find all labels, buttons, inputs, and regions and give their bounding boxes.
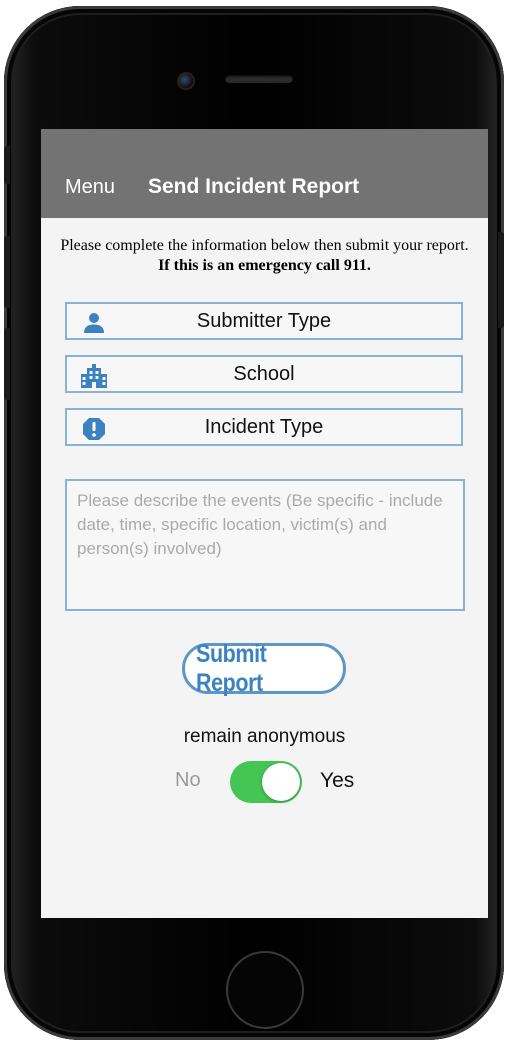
menu-button[interactable]: Menu [65, 176, 115, 199]
alert-icon [81, 417, 107, 441]
toggle-knob [262, 763, 300, 801]
emergency-notice: If this is an emergency call 911. [158, 257, 371, 274]
volume-down-button [4, 328, 10, 400]
earpiece-speaker [225, 75, 293, 83]
incident-type-label: Incident Type [204, 415, 324, 438]
page-title: Send Incident Report [148, 175, 360, 198]
submit-report-label: Submit Report [196, 639, 267, 697]
submitter-type-select[interactable]: Submitter Type [65, 302, 463, 340]
instructions-body: Please complete the information below th… [60, 237, 469, 254]
school-label: School [233, 362, 295, 385]
instructions-text: Please complete the information below th… [55, 236, 474, 276]
incident-type-select[interactable]: Incident Type [65, 408, 463, 446]
person-icon [81, 311, 107, 335]
anonymous-yes-label: Yes [320, 769, 355, 792]
anonymous-toggle[interactable] [230, 761, 302, 803]
home-button[interactable] [226, 951, 304, 1029]
front-camera [177, 72, 195, 90]
mute-switch [4, 146, 10, 184]
school-select[interactable]: School [65, 355, 463, 393]
submit-report-button[interactable]: Submit Report [182, 640, 346, 697]
anonymous-label: remain anonymous [183, 726, 346, 747]
description-input[interactable] [65, 479, 465, 611]
phone-frame: Menu Send Incident Report Please complet… [4, 6, 504, 1040]
submitter-type-label: Submitter Type [196, 309, 332, 332]
navigation-bar: Menu Send Incident Report [41, 129, 488, 218]
power-button [498, 232, 504, 328]
app-screen: Menu Send Incident Report Please complet… [41, 129, 488, 918]
building-icon [81, 364, 107, 388]
volume-up-button [4, 236, 10, 308]
anonymous-no-label: No [175, 769, 201, 791]
